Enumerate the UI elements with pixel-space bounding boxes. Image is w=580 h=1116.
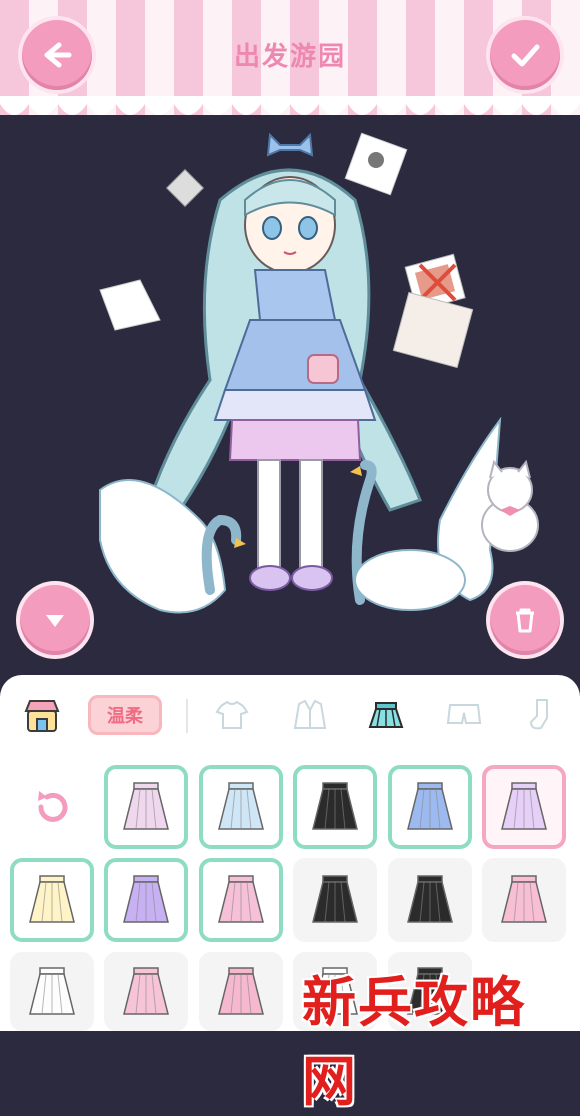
collapse-button[interactable] — [20, 585, 90, 655]
confirm-button[interactable] — [490, 20, 560, 90]
skirt-item-icon — [218, 875, 264, 923]
style-tag[interactable]: 温柔 — [88, 695, 162, 735]
trash-button[interactable] — [490, 585, 560, 655]
check-icon — [511, 44, 540, 67]
skirt-item-icon — [407, 782, 453, 830]
skirt-item[interactable] — [10, 952, 94, 1031]
skirt-item-icon — [501, 782, 547, 830]
trash-icon — [516, 608, 534, 633]
skirt-item[interactable] — [388, 858, 472, 942]
skirt-item[interactable] — [104, 858, 188, 942]
diamond-card-icon — [165, 168, 205, 208]
skirt-item-icon — [407, 875, 453, 923]
skirt-item-icon — [123, 875, 169, 923]
shirt-icon[interactable] — [212, 695, 252, 735]
note-paper-icon — [392, 291, 474, 369]
skirt-item-icon — [218, 966, 264, 1015]
skirt-item-icon — [501, 875, 547, 923]
shorts-icon[interactable] — [444, 695, 484, 735]
skirt-item[interactable] — [199, 952, 283, 1031]
reset-icon[interactable] — [28, 782, 78, 832]
skirt-item-icon — [312, 875, 358, 923]
skirt-item[interactable] — [293, 765, 377, 849]
skirt-icon[interactable] — [366, 695, 406, 735]
skirt-item[interactable] — [199, 765, 283, 849]
skirt-item[interactable] — [388, 765, 472, 849]
shop-icon[interactable] — [22, 695, 62, 735]
back-button[interactable] — [22, 20, 92, 90]
category-bar: 温柔 — [0, 675, 580, 755]
skirt-item[interactable] — [482, 765, 566, 849]
category-separator — [186, 699, 188, 733]
skirt-item[interactable] — [104, 952, 188, 1031]
skirt-item-icon — [29, 966, 75, 1015]
sock-icon[interactable] — [520, 695, 560, 735]
photo-card-icon — [344, 132, 408, 196]
jacket-icon[interactable] — [290, 695, 330, 735]
dressup-stage — [99, 132, 539, 614]
skirt-item[interactable] — [10, 858, 94, 942]
skirt-item-icon — [123, 966, 169, 1015]
skirt-item-icon — [218, 782, 264, 830]
skirt-item-icon — [312, 782, 358, 830]
skirt-item[interactable] — [482, 858, 566, 942]
skirt-item[interactable] — [104, 765, 188, 849]
skirt-item[interactable] — [199, 858, 283, 942]
arrow-left-icon — [44, 42, 72, 68]
watermark-text: 新兵攻略网 — [302, 971, 526, 1113]
skirt-item-icon — [29, 875, 75, 923]
skirt-item[interactable] — [293, 858, 377, 942]
skirt-item-icon — [123, 782, 169, 830]
letter-paper-icon — [99, 279, 161, 331]
left-swan — [99, 479, 246, 614]
white-cat — [481, 459, 539, 552]
triangle-down-icon — [46, 615, 64, 627]
